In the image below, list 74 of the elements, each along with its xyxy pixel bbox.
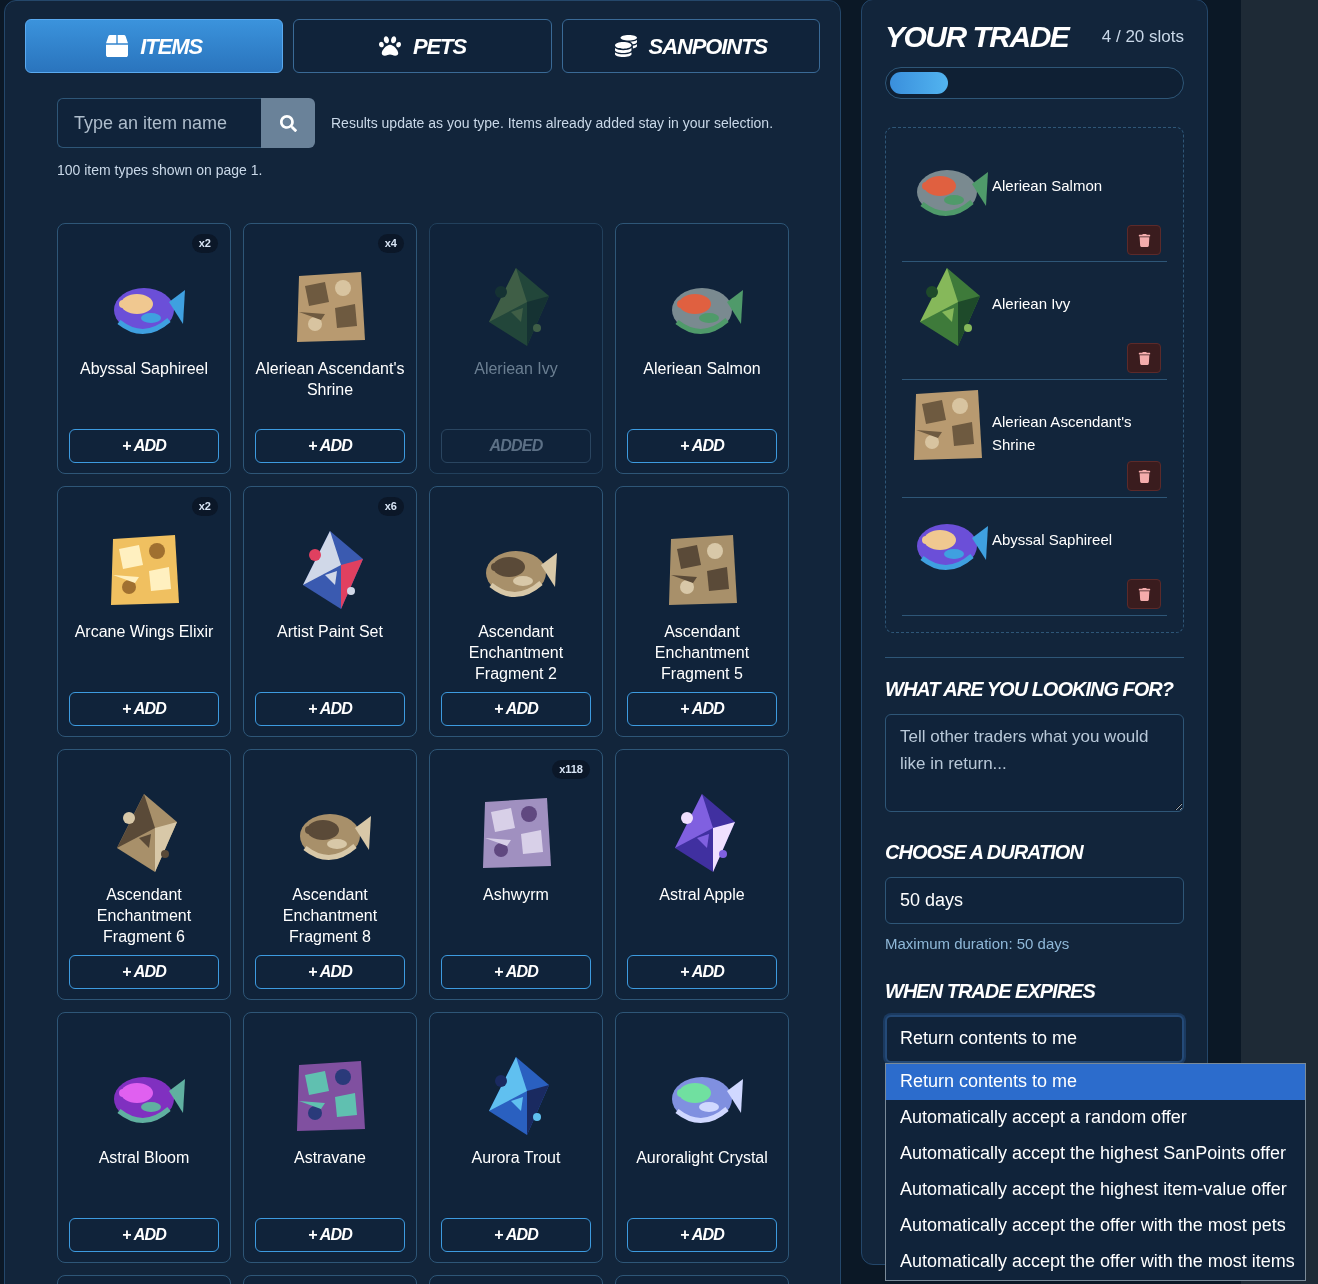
coins-icon: [614, 35, 637, 57]
add-button[interactable]: + ADD: [627, 1218, 777, 1252]
item-name: Ashwyrm: [482, 885, 550, 905]
section-heading: WHAT ARE YOU LOOKING FOR?: [885, 677, 1175, 702]
dropdown-option[interactable]: Automatically accept the highest SanPoints offer: [886, 1135, 1305, 1172]
dropdown-option[interactable]: Automatically accept the offer with the most items: [886, 1243, 1305, 1280]
trash-icon: [1137, 351, 1151, 365]
duration-note: Maximum duration: 50 days: [885, 934, 1071, 954]
add-button[interactable]: + ADD: [69, 955, 219, 989]
item-name: Artist Paint Set: [276, 622, 384, 642]
box-icon: [106, 35, 129, 57]
remove-button[interactable]: [1127, 225, 1161, 255]
dropdown-option[interactable]: Automatically accept a random offer: [886, 1099, 1305, 1136]
add-button[interactable]: + ADD: [255, 1218, 405, 1252]
item-name: Astral Bloom: [97, 1148, 191, 1168]
request-field[interactable]: Tell other traders what you would like in return...: [885, 714, 1184, 812]
add-button[interactable]: + ADD: [69, 692, 219, 726]
expiry-select[interactable]: Return contents to me: [885, 1014, 1184, 1063]
search-icon: [279, 114, 297, 132]
item-name: Aleriean Salmon: [642, 359, 762, 379]
item-name: Ascendant Enchantment Fragment 2: [467, 622, 565, 684]
add-button[interactable]: + ADD: [69, 429, 219, 463]
add-button[interactable]: + ADD: [255, 692, 405, 726]
quantity-badge: x4: [377, 234, 404, 253]
add-button[interactable]: + ADD: [69, 1218, 219, 1252]
add-button[interactable]: + ADD: [441, 1218, 591, 1252]
trade-item-name: Aleriean Ascendant's Shrine: [992, 412, 1133, 455]
paw-icon: [378, 35, 401, 57]
item-name: Ascendant Enchantment Fragment 8: [281, 885, 379, 947]
remove-button[interactable]: [1127, 579, 1161, 609]
tab[interactable]: ITEMS: [25, 19, 284, 73]
item-name: Ascendant Enchantment Fragment 5: [653, 622, 751, 684]
dropdown-option[interactable]: Automatically accept the offer with the most pets: [886, 1207, 1305, 1244]
trade-item-name: Aleriean Ivy: [992, 294, 1072, 314]
add-button[interactable]: + ADD: [627, 429, 777, 463]
item-name: Astral Apple: [658, 885, 746, 905]
add-button[interactable]: + ADD: [627, 955, 777, 989]
result-count: 100 item types shown on page 1.: [57, 161, 264, 180]
dropdown-option[interactable]: Return contents to me: [886, 1063, 1305, 1100]
quantity-badge: x118: [552, 760, 590, 779]
trash-icon: [1137, 587, 1151, 601]
tab[interactable]: PETS: [293, 19, 552, 73]
quantity-badge: x2: [191, 234, 218, 253]
item-name: Astravane: [292, 1148, 367, 1168]
add-button[interactable]: + ADD: [255, 429, 405, 463]
trash-icon: [1137, 233, 1151, 247]
item-name: Arcane Wings Elixir: [73, 622, 215, 642]
trade-item-name: Abyssal Saphireel: [992, 530, 1114, 550]
trade-item-name: Aleriean Salmon: [992, 176, 1104, 196]
section-heading: WHEN TRADE EXPIRES: [885, 978, 1097, 1004]
trash-icon: [1137, 469, 1151, 483]
remove-button[interactable]: [1127, 343, 1161, 373]
item-name: Aurora Trout: [470, 1148, 562, 1168]
panel-title: YOUR TRADE: [885, 19, 1069, 55]
item-name: Aleriean Ascendant's Shrine: [254, 359, 406, 400]
dropdown-option[interactable]: Automatically accept the highest item-value offer: [886, 1171, 1305, 1208]
search-field[interactable]: Type an item name: [57, 98, 261, 148]
add-button[interactable]: + ADD: [255, 955, 405, 989]
duration-select[interactable]: 50 days: [885, 877, 1184, 924]
quantity-badge: x6: [377, 497, 404, 516]
item-name: Abyssal Saphireel: [78, 359, 210, 379]
item-name: Ascendant Enchantment Fragment 6: [95, 885, 193, 947]
remove-button[interactable]: [1127, 461, 1161, 491]
item-name: Aleriean Ivy: [473, 359, 559, 379]
quantity-badge: x2: [191, 497, 218, 516]
item-name: Auroralight Crystal: [635, 1148, 769, 1168]
search-button[interactable]: [261, 98, 315, 148]
search-hint: Results update as you type. Items already added stay in your selection.: [331, 113, 774, 133]
add-button[interactable]: + ADD: [441, 692, 591, 726]
slot-count: 4 / 20 slots: [1101, 25, 1184, 48]
add-button[interactable]: + ADD: [627, 692, 777, 726]
tab[interactable]: SANPOINTS: [561, 19, 820, 73]
section-heading: CHOOSE A DURATION: [885, 840, 1085, 865]
add-button[interactable]: + ADD: [441, 955, 591, 989]
